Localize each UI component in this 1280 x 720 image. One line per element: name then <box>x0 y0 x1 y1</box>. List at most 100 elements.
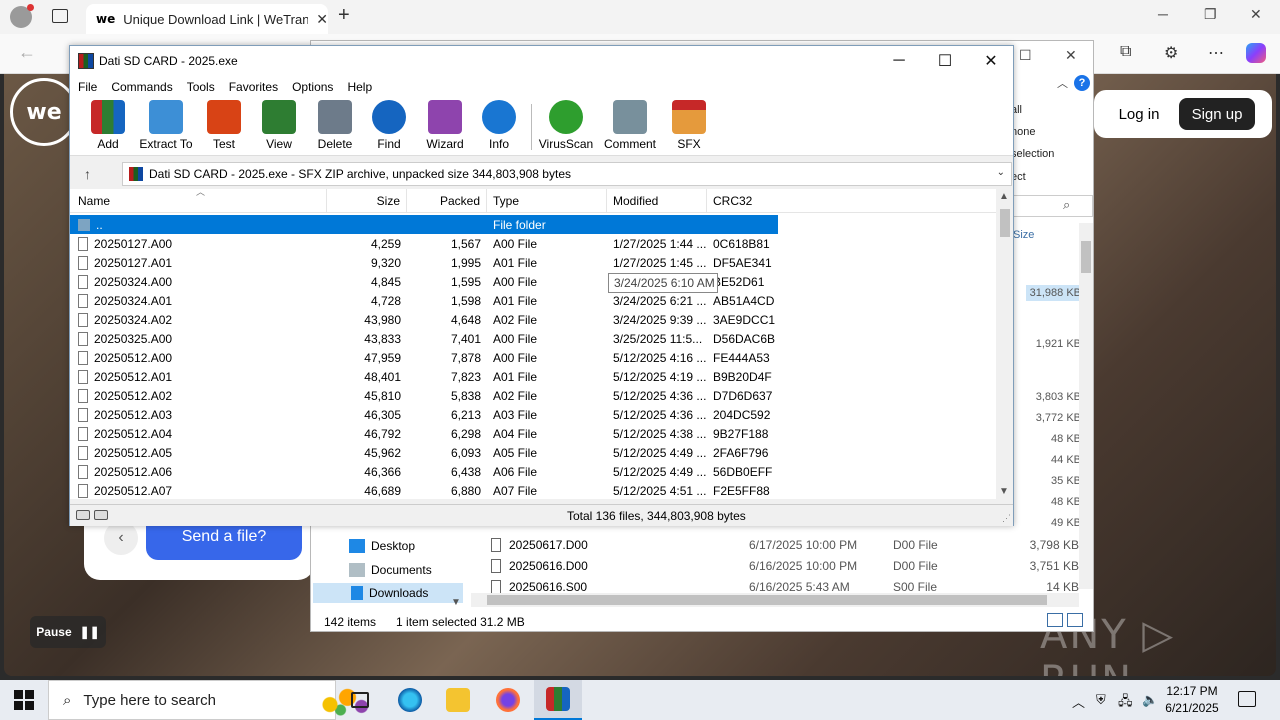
table-row[interactable]: 20250324.A01 4,728 1,598 A01 File 3/24/2025 … <box>70 291 778 310</box>
system-clock[interactable]: 12:17 PM 6/21/2025 <box>1160 683 1224 717</box>
parent-folder-row[interactable]: .. File folder <box>70 215 778 234</box>
help-icon[interactable]: ? <box>1074 75 1090 91</box>
explorer-vertical-scrollbar[interactable] <box>1079 223 1093 589</box>
menu-help[interactable]: Help <box>345 80 380 94</box>
ribbon-collapse-icon[interactable]: ︿ <box>1057 75 1068 91</box>
file-explorer-icon[interactable] <box>434 680 482 720</box>
browser-close-icon[interactable]: ✕ <box>1250 6 1262 23</box>
ribbon-invert-selection[interactable]: selection <box>1011 148 1054 160</box>
scroll-down-icon[interactable]: ▼ <box>999 486 1009 497</box>
nav-scroll-down-icon[interactable]: ▼ <box>451 597 461 608</box>
menu-favorites[interactable]: Favorites <box>227 80 286 94</box>
archive-path-field[interactable]: Dati SD CARD - 2025.exe - SFX ZIP archiv… <box>122 162 1012 186</box>
menu-commands[interactable]: Commands <box>109 80 180 94</box>
collections-icon[interactable]: ⧉ <box>1120 43 1131 61</box>
nav-item-desktop[interactable]: Desktop <box>349 539 415 553</box>
extract-to-button[interactable]: Extract To <box>134 100 198 154</box>
table-row[interactable]: 20250512.A06 46,366 6,438 A06 File 5/12/2025… <box>70 462 778 481</box>
table-row[interactable]: 20250512.A02 45,810 5,838 A02 File 5/12/2025… <box>70 386 778 405</box>
tray-overflow-icon[interactable]: ︿ <box>1072 692 1085 711</box>
up-folder-icon[interactable]: ↑ <box>84 166 91 182</box>
explorer-hscroll-thumb[interactable] <box>487 595 1047 605</box>
notification-icon[interactable] <box>1238 691 1256 707</box>
view-button[interactable]: View <box>247 100 311 154</box>
column-modified-header[interactable]: Modified <box>607 189 707 213</box>
column-name-header[interactable]: Name ︿ <box>70 189 327 213</box>
menu-tools[interactable]: Tools <box>185 80 223 94</box>
nav-item-documents[interactable]: Documents <box>349 563 432 577</box>
virusscan-button[interactable]: VirusScan <box>534 100 598 154</box>
close-icon[interactable]: ✕ <box>968 48 1014 74</box>
table-row[interactable]: 20250512.A04 46,792 6,298 A04 File 5/12/2025… <box>70 424 778 443</box>
tiles-view-icon[interactable] <box>1067 613 1083 627</box>
ribbon-select-none[interactable]: none <box>1011 126 1035 138</box>
more-menu-icon[interactable]: ⋯ <box>1208 43 1224 63</box>
extensions-icon[interactable]: ⚙ <box>1164 43 1178 63</box>
start-windows-icon[interactable] <box>14 690 34 710</box>
find-button[interactable]: Find <box>357 100 421 154</box>
explorer-restore-icon[interactable]: ☐ <box>1019 47 1032 64</box>
column-type-header[interactable]: Type <box>487 189 607 213</box>
network-icon[interactable]: 🖧 <box>1118 692 1133 714</box>
table-row[interactable]: 20250127.A00 4,259 1,567 A00 File 1/27/2025 … <box>70 234 778 253</box>
tab-actions-icon[interactable] <box>52 9 68 23</box>
firefox-icon[interactable] <box>484 680 532 720</box>
edge-icon[interactable] <box>386 680 434 720</box>
drive-icon[interactable] <box>76 510 90 520</box>
comment-button[interactable]: Comment <box>598 100 662 154</box>
resize-grip-icon[interactable]: ⋰ <box>1002 513 1011 524</box>
copilot-icon[interactable] <box>1246 43 1266 63</box>
maximize-icon[interactable]: ☐ <box>922 48 968 74</box>
table-row[interactable]: 20250325.A00 43,833 7,401 A00 File 3/25/2025… <box>70 329 778 348</box>
info-button[interactable]: Info <box>467 100 531 154</box>
key-icon[interactable] <box>94 510 108 520</box>
file-name: 20250616.D00 <box>509 559 588 573</box>
explorer-search-input[interactable] <box>1011 195 1093 217</box>
minimize-icon[interactable]: ─ <box>876 48 922 74</box>
browser-restore-icon[interactable]: ❐ <box>1204 6 1217 23</box>
list-item[interactable]: 20250617.D00 6/17/2025 10:00 PM D00 File… <box>491 535 1081 555</box>
scroll-up-icon[interactable]: ▲ <box>999 191 1009 202</box>
task-view-icon[interactable] <box>336 680 384 720</box>
back-arrow-icon[interactable]: ← <box>18 42 36 63</box>
status-drive-icons[interactable] <box>76 510 110 522</box>
table-row[interactable]: 20250512.A05 45,962 6,093 A05 File 5/12/2025… <box>70 443 778 462</box>
add-button[interactable]: Add <box>76 100 140 154</box>
column-size-header[interactable]: Size <box>327 189 407 213</box>
size-column-header[interactable]: Size <box>1013 229 1034 241</box>
tab-close-icon[interactable]: ✕ <box>316 11 328 28</box>
back-circle-button[interactable]: ‹ <box>104 521 138 555</box>
explorer-close-icon[interactable]: ✕ <box>1065 47 1077 64</box>
volume-icon[interactable]: 🔈 <box>1142 692 1158 708</box>
table-row[interactable]: 20250512.A01 48,401 7,823 A01 File 5/12/2025… <box>70 367 778 386</box>
taskbar-search-input[interactable]: ⌕ Type here to search <box>48 680 379 720</box>
table-row[interactable]: 20250512.A03 46,305 6,213 A03 File 5/12/2025… <box>70 405 778 424</box>
pause-button[interactable]: Pause ❚❚ <box>30 616 106 648</box>
winrar-taskbar-icon[interactable] <box>534 680 582 720</box>
column-packed-header[interactable]: Packed <box>407 189 487 213</box>
table-row[interactable]: 20250512.A00 47,959 7,878 A00 File 5/12/2025… <box>70 348 778 367</box>
table-row[interactable]: 20250127.A01 9,320 1,995 A01 File 1/27/2025 … <box>70 253 778 272</box>
profile-icon[interactable] <box>10 4 34 28</box>
list-vertical-scrollbar[interactable]: ▲ ▼ <box>996 189 1013 499</box>
table-row[interactable]: 20250512.A07 46,689 6,880 A07 File 5/12/2025… <box>70 481 778 499</box>
details-view-icon[interactable] <box>1047 613 1063 627</box>
menu-options[interactable]: Options <box>290 80 341 94</box>
browser-minimize-icon[interactable]: ─ <box>1158 6 1168 22</box>
wetransfer-logo[interactable]: we <box>10 78 78 146</box>
list-item[interactable]: 20250616.D00 6/16/2025 10:00 PM D00 File… <box>491 556 1081 576</box>
scroll-thumb[interactable] <box>1000 209 1010 237</box>
table-row[interactable]: 20250324.A02 43,980 4,648 A02 File 3/24/2025… <box>70 310 778 329</box>
new-tab-button[interactable]: + <box>338 4 350 27</box>
login-button[interactable]: Log in <box>1102 98 1176 130</box>
nav-item-downloads[interactable]: Downloads <box>313 583 463 603</box>
menu-file[interactable]: File <box>76 80 105 94</box>
sfx-button[interactable]: SFX <box>657 100 721 154</box>
browser-tab[interactable]: we Unique Download Link | WeTransf ✕ <box>86 4 328 34</box>
signup-button[interactable]: Sign up <box>1179 98 1255 130</box>
explorer-scroll-thumb[interactable] <box>1081 241 1091 273</box>
column-crc-header[interactable]: CRC32 <box>707 189 777 213</box>
view-toggle[interactable] <box>1047 613 1087 629</box>
chevron-down-icon[interactable]: ⌄ <box>997 167 1005 178</box>
tray-device-icon[interactable]: ⛨ <box>1096 692 1106 708</box>
